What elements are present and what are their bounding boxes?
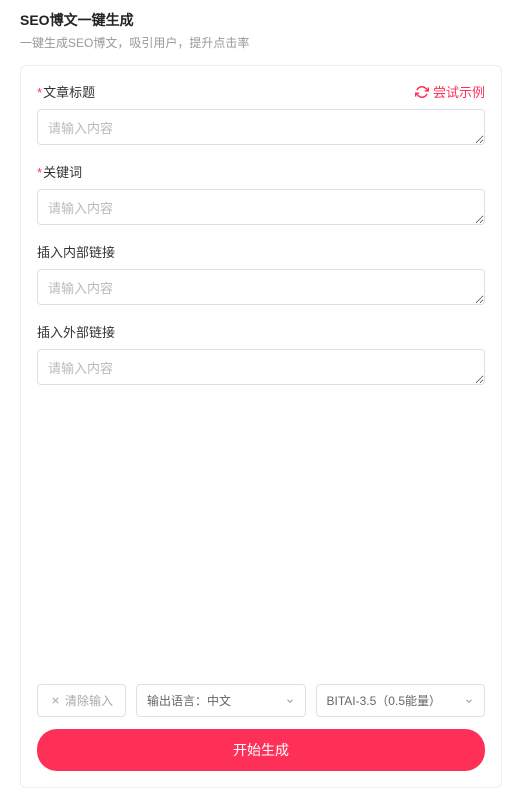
clear-button[interactable]: 清除输入 xyxy=(37,684,126,717)
field-label: 插入外部链接 xyxy=(37,322,115,341)
page-header: SEO博文一键生成 一键生成SEO博文，吸引用户，提升点击率 xyxy=(0,0,522,65)
page-subtitle: 一键生成SEO博文，吸引用户，提升点击率 xyxy=(20,34,502,51)
try-example-text: 尝试示例 xyxy=(433,82,485,101)
refresh-icon xyxy=(415,85,429,99)
keywords-input[interactable] xyxy=(37,189,485,225)
field-external-links: 插入外部链接 xyxy=(37,322,485,390)
field-internal-links: 插入内部链接 xyxy=(37,242,485,310)
field-label: *关键词 xyxy=(37,162,82,181)
model-select[interactable]: BITAI-3.5（0.5能量） xyxy=(316,684,486,717)
main-panel: *文章标题 尝试示例 *关键词 xyxy=(20,65,502,788)
page-title: SEO博文一键生成 xyxy=(20,10,502,30)
chevron-down-icon xyxy=(285,696,295,706)
form-area: *文章标题 尝试示例 *关键词 xyxy=(37,82,485,674)
article-title-input[interactable] xyxy=(37,109,485,145)
label-text: 关键词 xyxy=(43,165,82,180)
bottom-controls: 清除输入 输出语言：中文 BITAI-3.5（0.5能量） xyxy=(37,684,485,717)
field-article-title: *文章标题 尝试示例 xyxy=(37,82,485,150)
select-group: 输出语言：中文 BITAI-3.5（0.5能量） xyxy=(136,684,485,717)
close-icon xyxy=(50,695,61,706)
field-label: 插入内部链接 xyxy=(37,242,115,261)
start-generate-button[interactable]: 开始生成 xyxy=(37,729,485,771)
internal-links-input[interactable] xyxy=(37,269,485,305)
label-row: 插入内部链接 xyxy=(37,242,485,261)
required-marker: * xyxy=(37,165,42,180)
field-keywords: *关键词 xyxy=(37,162,485,230)
model-label: BITAI-3.5（0.5能量） xyxy=(327,692,441,709)
label-text: 文章标题 xyxy=(43,85,95,100)
required-marker: * xyxy=(37,85,42,100)
field-label: *文章标题 xyxy=(37,82,95,101)
chevron-down-icon xyxy=(464,696,474,706)
language-label: 输出语言：中文 xyxy=(147,692,231,709)
try-example-link[interactable]: 尝试示例 xyxy=(415,82,485,101)
label-row: *关键词 xyxy=(37,162,485,181)
label-row: *文章标题 尝试示例 xyxy=(37,82,485,101)
clear-label: 清除输入 xyxy=(65,692,113,709)
language-select[interactable]: 输出语言：中文 xyxy=(136,684,306,717)
external-links-input[interactable] xyxy=(37,349,485,385)
label-row: 插入外部链接 xyxy=(37,322,485,341)
